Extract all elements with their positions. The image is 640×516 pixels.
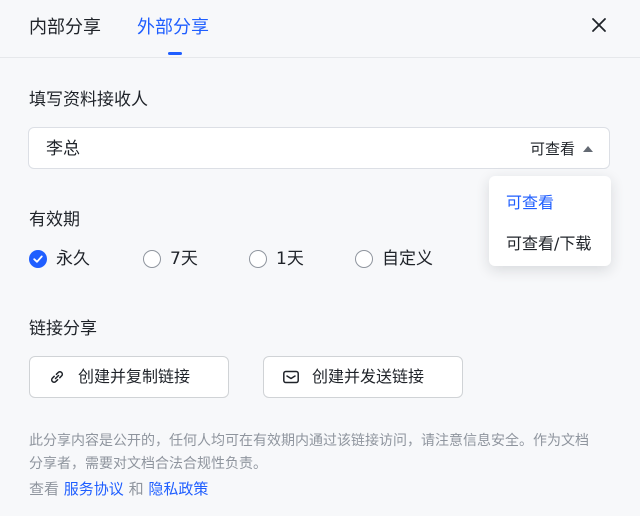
service-agreement-link[interactable]: 服务协议 — [64, 480, 124, 498]
tab-external-share[interactable]: 外部分享 — [137, 16, 209, 40]
link-share-section-title: 链接分享 — [29, 319, 97, 339]
close-icon[interactable] — [589, 15, 609, 35]
checked-radio-icon — [29, 250, 47, 268]
radio-circle-icon — [249, 250, 267, 268]
radio-label: 自定义 — [382, 249, 433, 269]
terms-prefix: 查看 — [29, 480, 60, 498]
recipient-value: 李总 — [46, 139, 80, 159]
link-icon — [51, 371, 63, 383]
send-link-icon — [283, 370, 299, 384]
radio-7-days[interactable]: 7天 — [143, 248, 198, 270]
privacy-notice: 此分享内容是公开的，任何人均可在有效期内通过该链接访问，请注意信息安全。作为文档… — [29, 433, 589, 472]
privacy-policy-link[interactable]: 隐私政策 — [148, 480, 208, 498]
dropdown-option-view-download[interactable]: 可查看/下载 — [506, 230, 591, 254]
header-divider — [0, 57, 640, 58]
terms-line: 查看 服务协议 和 隐私政策 — [29, 478, 208, 500]
active-tab-indicator — [168, 52, 182, 55]
terms-and: 和 — [128, 480, 144, 498]
permission-select-label: 可查看 — [529, 140, 575, 158]
radio-permanent[interactable]: 永久 — [29, 248, 90, 270]
radio-label: 永久 — [56, 249, 90, 269]
recipient-section-title: 填写资料接收人 — [29, 90, 148, 110]
button-label: 创建并发送链接 — [312, 367, 425, 386]
dropdown-option-view[interactable]: 可查看 — [506, 189, 554, 213]
button-label: 创建并复制链接 — [78, 367, 191, 386]
recipient-input[interactable]: 李总 可查看 — [28, 127, 610, 169]
radio-circle-icon — [355, 250, 373, 268]
radio-label: 1天 — [276, 249, 304, 269]
caret-up-icon — [583, 146, 593, 152]
radio-1-day[interactable]: 1天 — [249, 248, 304, 270]
create-copy-link-button[interactable]: 创建并复制链接 — [29, 356, 229, 398]
validity-section-title: 有效期 — [29, 210, 80, 230]
radio-circle-icon — [143, 250, 161, 268]
tab-internal-share[interactable]: 内部分享 — [29, 16, 101, 40]
permission-select[interactable]: 可查看 — [530, 139, 593, 159]
create-send-link-button[interactable]: 创建并发送链接 — [263, 356, 463, 398]
radio-custom[interactable]: 自定义 — [355, 248, 433, 270]
share-tabs: 内部分享 外部分享 — [0, 0, 640, 56]
radio-label: 7天 — [170, 249, 198, 269]
